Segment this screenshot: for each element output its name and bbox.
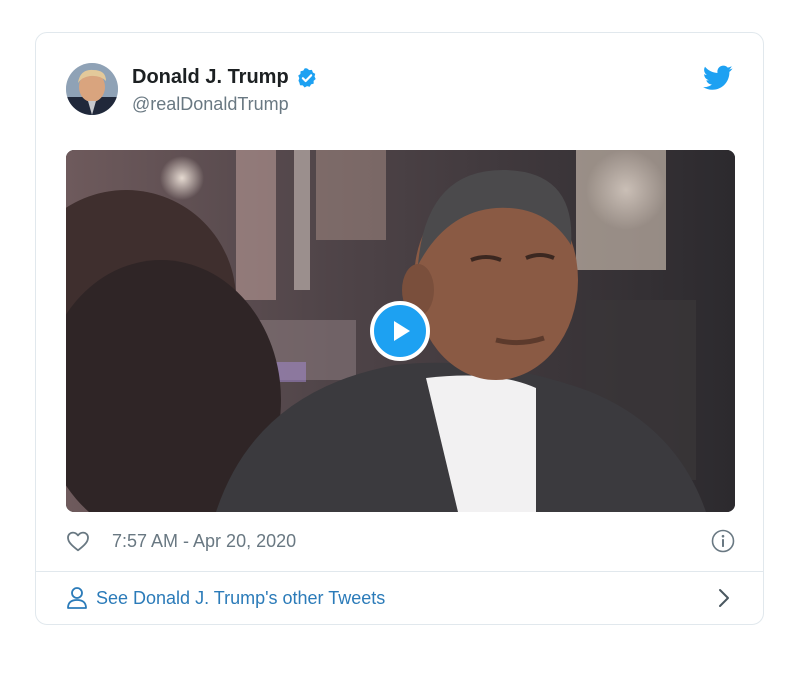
heart-icon[interactable] — [66, 530, 90, 552]
chevron-right-icon[interactable] — [717, 587, 731, 609]
tweet-meta-row: 7:57 AM - Apr 20, 2020 — [66, 527, 735, 555]
tweet-timestamp[interactable]: 7:57 AM - Apr 20, 2020 — [112, 531, 296, 552]
play-button[interactable] — [370, 301, 430, 361]
play-icon — [394, 321, 410, 341]
see-other-tweets-label[interactable]: See Donald J. Trump's other Tweets — [96, 588, 385, 609]
info-icon[interactable] — [711, 529, 735, 553]
author-handle[interactable]: @realDonaldTrump — [132, 94, 289, 115]
avatar[interactable] — [66, 63, 118, 115]
tweet-embed-card: Donald J. Trump @realDonaldTrump 7:57 AM… — [35, 32, 764, 625]
verified-badge-icon — [297, 67, 316, 87]
author-display-name[interactable]: Donald J. Trump — [132, 66, 289, 89]
author-name-row[interactable]: Donald J. Trump — [132, 66, 318, 89]
see-other-tweets-link[interactable]: See Donald J. Trump's other Tweets — [66, 581, 735, 615]
video-player[interactable] — [66, 150, 735, 512]
person-icon — [67, 587, 87, 609]
twitter-bird-icon[interactable] — [703, 65, 733, 91]
divider — [36, 571, 763, 572]
